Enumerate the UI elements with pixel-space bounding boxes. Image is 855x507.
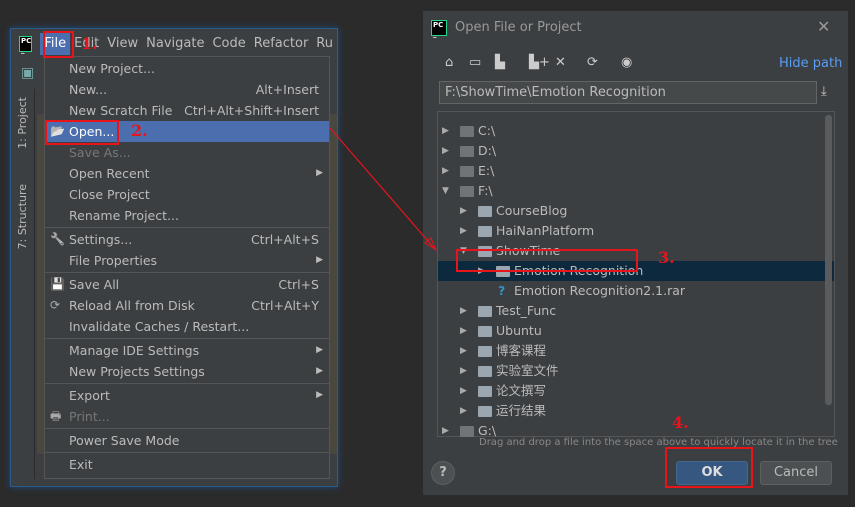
annotation-arrow bbox=[329, 127, 438, 252]
